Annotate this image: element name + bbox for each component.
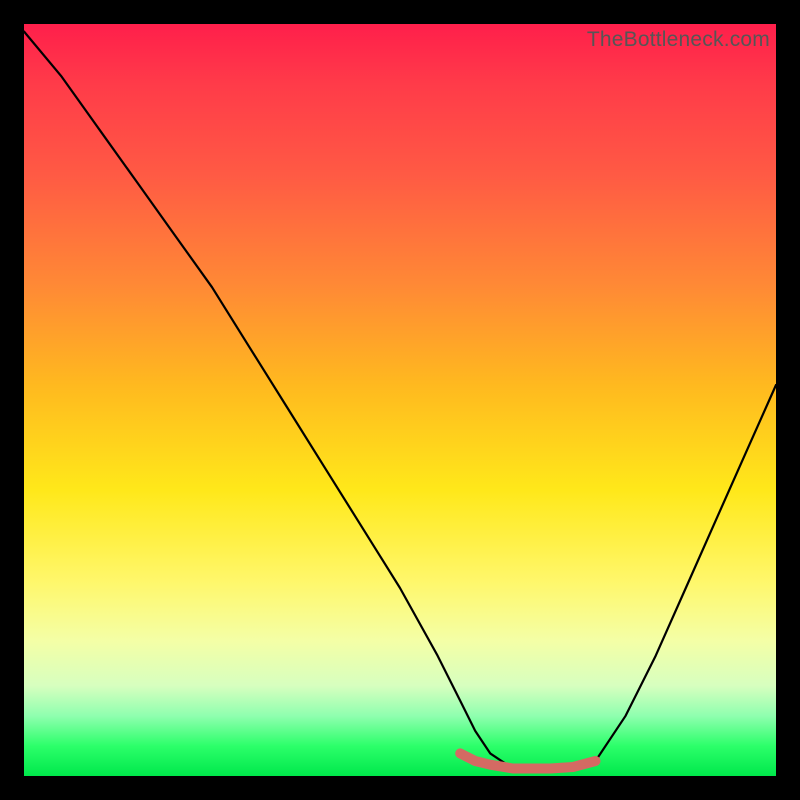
bottleneck-curve <box>24 24 776 776</box>
chart-frame: TheBottleneck.com <box>0 0 800 800</box>
curve-path <box>24 32 776 769</box>
plot-area: TheBottleneck.com <box>24 24 776 776</box>
flat-zone-marker <box>460 753 595 768</box>
